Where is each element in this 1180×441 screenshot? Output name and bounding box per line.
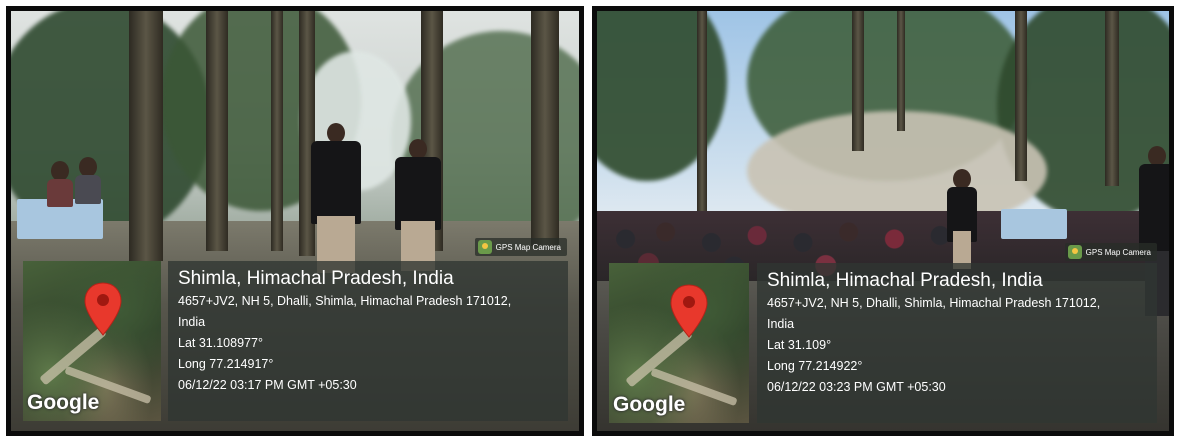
location-title: Shimla, Himachal Pradesh, India bbox=[767, 270, 1043, 291]
gps-map-camera-icon bbox=[1067, 245, 1082, 259]
google-logo: Google bbox=[27, 391, 100, 414]
badge-label: GPS Map Camera bbox=[495, 242, 561, 252]
latitude: Lat 31.108977° bbox=[178, 336, 263, 350]
latitude: Lat 31.109° bbox=[767, 338, 832, 352]
gps-map-camera-badge: GPS Map Camera bbox=[1064, 243, 1157, 261]
longitude: Long 77.214922° bbox=[767, 359, 863, 373]
gps-map-camera-badge: GPS Map Camera bbox=[474, 238, 567, 256]
location-address: 4657+JV2, NH 5, Dhalli, Shimla, Himachal… bbox=[178, 294, 512, 329]
location-overlay: Shimla, Himachal Pradesh, India 4657+JV2… bbox=[168, 261, 568, 421]
location-overlay: Shimla, Himachal Pradesh, India 4657+JV2… bbox=[757, 263, 1157, 423]
timestamp: 06/12/22 03:17 PM GMT +05:30 bbox=[178, 378, 357, 392]
longitude: Long 77.214917° bbox=[178, 357, 274, 371]
gps-map-camera-icon bbox=[477, 240, 492, 254]
badge-label: GPS Map Camera bbox=[1085, 247, 1151, 257]
map-thumbnail: Google bbox=[23, 261, 161, 421]
timestamp: 06/12/22 03:23 PM GMT +05:30 bbox=[767, 380, 946, 394]
map-thumbnail: Google bbox=[609, 263, 749, 423]
location-address: 4657+JV2, NH 5, Dhalli, Shimla, Himachal… bbox=[767, 296, 1101, 331]
google-logo: Google bbox=[613, 393, 686, 416]
location-title: Shimla, Himachal Pradesh, India bbox=[178, 268, 454, 289]
map-pin-icon bbox=[84, 282, 122, 336]
geotagged-photo-1: GPS Map Camera Google Shimla, Himachal P… bbox=[6, 6, 584, 436]
map-pin-icon bbox=[670, 284, 708, 338]
geotagged-photo-2: GPS Map Camera Google Shimla, Himachal P… bbox=[592, 6, 1174, 436]
